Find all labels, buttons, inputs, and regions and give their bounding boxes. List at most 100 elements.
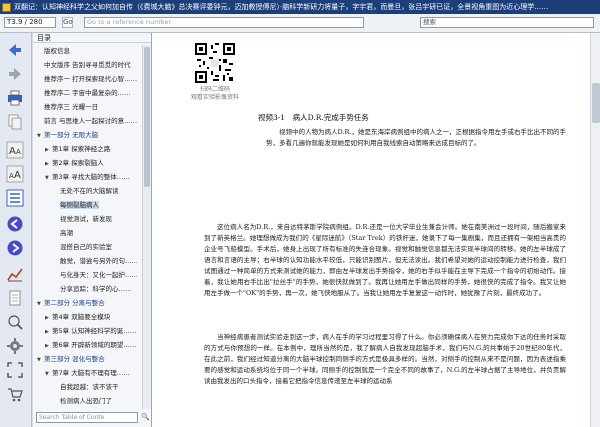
zoom-icon[interactable] bbox=[6, 313, 24, 331]
search-input[interactable]: 搜索 bbox=[420, 17, 594, 28]
toc-item-label: 高潮 bbox=[60, 229, 73, 237]
toc-item-label: 无处不在的大脑解读 bbox=[60, 187, 119, 195]
toc-item-label: 第4章 双脑要全模块 bbox=[52, 313, 111, 321]
toc-item[interactable]: 推荐序二 宇宙中最复杂的…… bbox=[37, 88, 137, 98]
toc-item[interactable]: 混搭自己的实验室 bbox=[53, 242, 137, 252]
expanded-arrow-icon[interactable]: ▼ bbox=[37, 299, 44, 308]
toc-scrollbar[interactable] bbox=[142, 45, 151, 409]
toc-item[interactable]: 无处不在的大脑解读 bbox=[53, 186, 137, 196]
toc-item-label: 前言 与思维人一起探讨的意…… bbox=[44, 117, 137, 125]
back-arrow-icon[interactable] bbox=[6, 41, 24, 59]
toc-item-label: 分享追踪：科学的心…… bbox=[60, 285, 132, 293]
toc-item[interactable]: ▶ 第4章 双脑要全模块 bbox=[45, 312, 137, 322]
toc-item[interactable]: 分享追踪：科学的心…… bbox=[53, 284, 137, 294]
toc-item-label: 版权信息 bbox=[44, 47, 70, 55]
toc-search-input[interactable]: Search Table of Conte bbox=[36, 412, 138, 423]
collapsed-arrow-icon[interactable]: ▶ bbox=[45, 327, 52, 336]
app-icon bbox=[2, 2, 11, 12]
toc-item[interactable]: ▶ 第1章 探索神经之路 bbox=[45, 144, 137, 154]
toc-item[interactable]: ▼ 第3章 寻找大脑的整体…… bbox=[45, 172, 137, 182]
title-bar: 双翻记：认知神经科学之父如何加自传（《费城大脑》总决赛评委钟元，迈加教授傅尼）·… bbox=[0, 0, 600, 14]
body-paragraph-2: 当神经病患者测试实验走到这一步，病人在手的学习过程里习得了什么。你必须确保病人在… bbox=[204, 333, 566, 385]
qr-caption: 扫码二维码 观看实验影像资料 bbox=[190, 86, 239, 101]
toc-item[interactable]: ▼ 第一部分 无限大脑 bbox=[37, 130, 137, 140]
qr-code-image bbox=[195, 43, 235, 83]
toc-panel: 目录 版权信息中文版序 告别寻寻觅觅的时代 推荐序一 打开探索现代心智…… 推荐序二… bbox=[33, 33, 152, 427]
toc-item[interactable]: ▶ 第5章 认知神经科学的诞…… bbox=[45, 326, 137, 336]
page-indicator[interactable]: T3.9 / 280 bbox=[4, 17, 56, 28]
collapsed-arrow-icon[interactable]: ▶ bbox=[45, 341, 52, 350]
toc-item[interactable]: 推荐序三 光耀一日 bbox=[37, 102, 137, 112]
toc-item-label: 检测病人出恐门了 bbox=[60, 397, 112, 405]
toc-item[interactable]: 前言 与思维人一起探讨的意…… bbox=[37, 116, 137, 126]
chart-icon[interactable] bbox=[6, 265, 24, 283]
binoculars-icon[interactable]: 🔍 bbox=[141, 413, 150, 422]
toc-item[interactable]: 高潮 bbox=[53, 228, 137, 238]
left-toolbar: AA AA bbox=[0, 33, 32, 427]
toc-item-label: 第1章 探索神经之路 bbox=[52, 145, 111, 153]
toc-item[interactable]: 自我超越：该不该干 bbox=[53, 382, 137, 392]
toc-item-label: 中文版序 告别寻寻觅觅的时代 bbox=[44, 61, 131, 69]
font-smaller-icon[interactable]: AA bbox=[6, 165, 24, 183]
expanded-arrow-icon[interactable]: ▼ bbox=[45, 369, 52, 378]
toc-item-label: 第一部分 无限大脑 bbox=[44, 131, 99, 139]
toc-item[interactable]: ▶ 第2章 探索裂脑人 bbox=[45, 158, 137, 168]
toc-scroll-thumb[interactable] bbox=[144, 47, 150, 187]
toc-item[interactable]: 检测病人出恐门了 bbox=[53, 396, 137, 406]
document-scrollbar[interactable] bbox=[590, 33, 600, 427]
toc-item-label: 第二部分 分离与整合 bbox=[44, 299, 105, 307]
expanded-arrow-icon[interactable]: ▼ bbox=[37, 131, 44, 140]
toc-item[interactable]: 触觉，谱尝与另外的句…… bbox=[53, 256, 137, 266]
toc-item-label: 触觉，谱尝与另外的句…… bbox=[60, 257, 137, 265]
toc-item-label: 推荐序三 光耀一日 bbox=[44, 103, 99, 111]
print-icon[interactable] bbox=[6, 89, 24, 107]
settings-gear-icon[interactable] bbox=[6, 337, 24, 355]
toc-item[interactable]: ▼ 第二部分 分离与整合 bbox=[37, 298, 137, 308]
toc-lines-icon[interactable] bbox=[6, 189, 24, 207]
expanded-arrow-icon[interactable]: ▼ bbox=[45, 173, 52, 182]
collapsed-arrow-icon[interactable]: ▶ bbox=[45, 145, 52, 154]
toc-item[interactable]: ▶ 第6章 开辟新领域的期望…… bbox=[45, 340, 137, 350]
figure-description: 视频中的人物为病人D.R.，她是东海岸病例组中的病人之一，正根据指令用左手或右手… bbox=[266, 128, 567, 147]
collapsed-arrow-icon[interactable]: ▶ bbox=[45, 159, 52, 168]
toc-item[interactable]: 版权信息 bbox=[37, 46, 137, 56]
go-button[interactable]: Go bbox=[62, 17, 73, 28]
toc-item[interactable]: 视觉测试，新发现 bbox=[53, 214, 137, 224]
toc-item-label: 与化身天：又化一起护…… bbox=[60, 271, 137, 279]
reference-input[interactable]: Go to a reference number bbox=[84, 17, 364, 28]
collapsed-arrow-icon[interactable]: ▶ bbox=[45, 313, 52, 322]
figure-caption: 视频3-1 病人D.R.完成手势任务 bbox=[258, 113, 369, 122]
toc-item-label: 第3章 寻找大脑的整体…… bbox=[52, 173, 130, 181]
document-scroll-thumb[interactable] bbox=[592, 83, 600, 123]
expanded-arrow-icon[interactable]: ▼ bbox=[37, 355, 44, 364]
toc-item[interactable]: 与化身天：又化一起护…… bbox=[53, 270, 137, 280]
document-icon[interactable] bbox=[6, 289, 24, 307]
toc-item[interactable]: ▼ 第7章 大脑有不理有理…… bbox=[45, 368, 137, 378]
next-page-icon[interactable] bbox=[6, 239, 24, 257]
toc-item-label: 第三部分 混化与整合 bbox=[44, 355, 105, 363]
toc-item-label: 视觉测试，新发现 bbox=[60, 215, 112, 223]
font-larger-icon[interactable]: AA bbox=[6, 141, 24, 159]
prev-page-icon[interactable] bbox=[6, 215, 24, 233]
toc-item-label: 自我超越：该不该干 bbox=[60, 383, 119, 391]
toc-item[interactable]: 中文版序 告别寻寻觅觅的时代 bbox=[37, 60, 137, 70]
toc-item[interactable]: ▼ 第三部分 混化与整合 bbox=[37, 354, 137, 364]
toc-item-label: 推荐序一 打开探索现代心智…… bbox=[44, 75, 137, 83]
fullscreen-icon[interactable] bbox=[6, 361, 24, 379]
toc-item-label: 第2章 探索裂脑人 bbox=[52, 159, 104, 167]
svg-text:A: A bbox=[14, 170, 21, 181]
shopping-cart-icon[interactable] bbox=[6, 385, 24, 403]
top-toolbar: T3.9 / 280 Go Go to a reference number 搜… bbox=[0, 14, 600, 33]
toc-item[interactable]: 推荐序一 打开探索现代心智…… bbox=[37, 74, 137, 84]
copy-icon[interactable] bbox=[6, 113, 24, 131]
toc-item-label: 推荐序二 宇宙中最复杂的…… bbox=[44, 89, 131, 97]
svg-text:A: A bbox=[16, 148, 21, 156]
toc-item-label: 第7章 大脑有不理有理…… bbox=[52, 369, 130, 377]
toc-item-label: 混搭自己的实验室 bbox=[60, 243, 112, 251]
toc-item[interactable]: 每侧裂脑病人 bbox=[53, 200, 137, 210]
body-paragraph-1: 这位病人名为D.R.，来自达特茅斯学院病例组。D.R.还是一位大学毕业生兼会计师… bbox=[204, 223, 566, 297]
window-title: 双翻记：认知神经科学之父如何加自传（《费城大脑》总决赛评委钟元，迈加教授傅尼）·… bbox=[14, 3, 549, 11]
toc-header: 目录 bbox=[33, 33, 151, 43]
toc-item-label: 第6章 开辟新领域的期望…… bbox=[52, 341, 137, 349]
forward-arrow-icon[interactable] bbox=[6, 65, 24, 83]
